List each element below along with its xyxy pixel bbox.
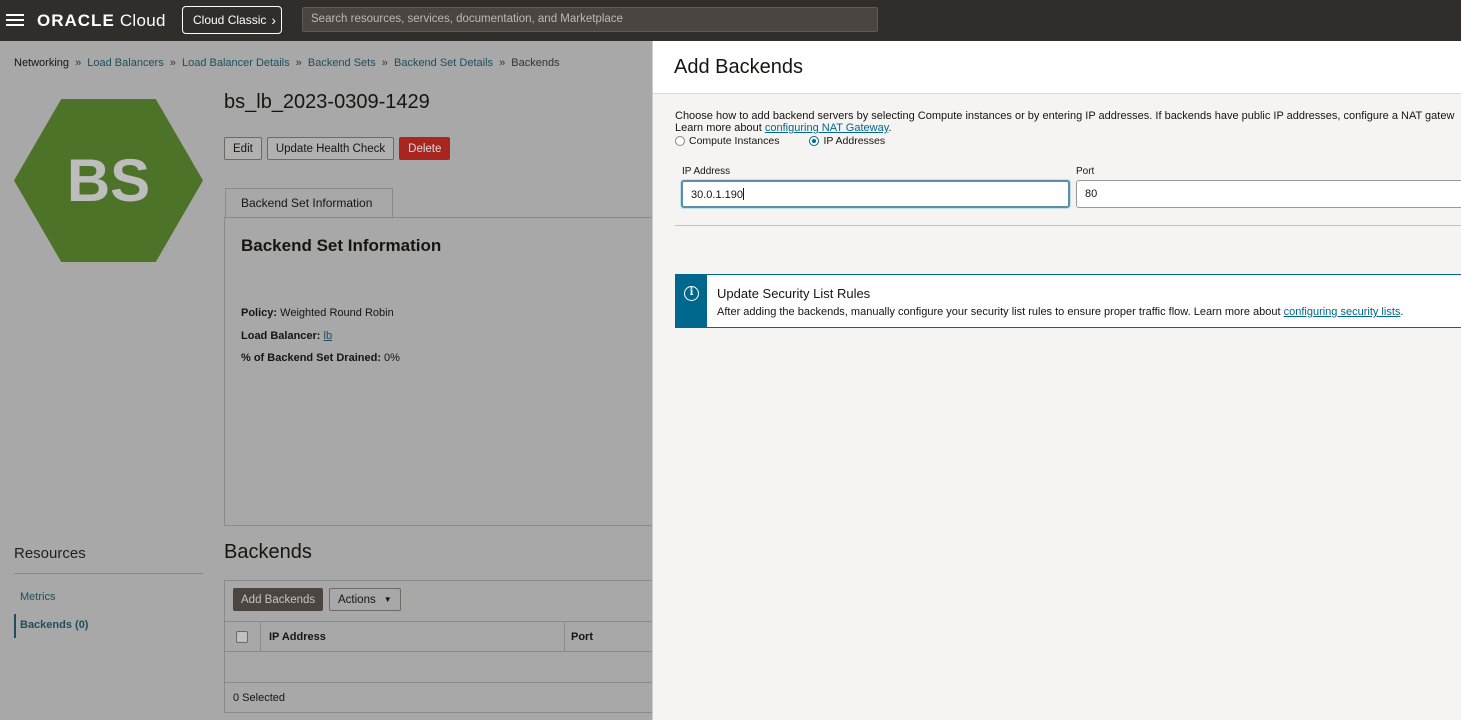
description-suffix: .: [888, 122, 892, 134]
hamburger-menu-icon[interactable]: [6, 11, 24, 29]
resources-divider: [14, 573, 203, 574]
load-balancer-link[interactable]: lb: [324, 330, 333, 342]
security-lists-link[interactable]: configuring security lists: [1284, 306, 1401, 318]
load-balancer-label: Load Balancer:: [241, 330, 321, 342]
selected-count: 0 Selected: [233, 692, 285, 704]
load-balancer-row: Load Balancer: lb: [241, 330, 332, 342]
table-empty-row: [225, 652, 652, 683]
policy-row: Policy: Weighted Round Robin: [241, 307, 394, 319]
resources-heading: Resources: [14, 545, 86, 562]
alert-suffix: .: [1400, 306, 1404, 318]
panel-title: Add Backends: [674, 56, 803, 78]
actions-dropdown[interactable]: Actions ▼: [329, 588, 401, 611]
nat-gateway-link[interactable]: configuring NAT Gateway: [765, 122, 889, 134]
drained-row: % of Backend Set Drained: 0%: [241, 352, 400, 364]
breadcrumb: Networking » Load Balancers » Load Balan…: [14, 57, 560, 69]
top-navigation-bar: ORACLE Cloud Cloud Classic › Search reso…: [0, 0, 1461, 41]
action-buttons: Edit Update Health Check Delete: [224, 137, 451, 160]
backend-set-details-page: Networking » Load Balancers » Load Balan…: [0, 41, 652, 720]
logo-brand: ORACLE: [37, 11, 115, 30]
logo-product: Cloud: [119, 11, 166, 30]
breadcrumb-backend-sets[interactable]: Backend Sets: [308, 57, 376, 69]
breadcrumb-separator: »: [169, 57, 176, 69]
port-input[interactable]: 80: [1076, 180, 1461, 208]
port-value: 80: [1085, 188, 1098, 200]
drained-value: 0%: [384, 352, 400, 364]
description-line-2: Learn more about configuring NAT Gateway…: [675, 122, 1454, 134]
edit-button[interactable]: Edit: [224, 137, 262, 160]
breadcrumb-load-balancer-details[interactable]: Load Balancer Details: [182, 57, 290, 69]
backend-set-hexagon-icon: BS: [14, 99, 203, 262]
compute-instances-radio[interactable]: [675, 136, 685, 146]
backend-mode-radio-group: Compute Instances IP Addresses: [675, 135, 915, 147]
add-backends-button[interactable]: Add Backends: [233, 588, 324, 611]
caret-down-icon: ▼: [383, 595, 392, 604]
description-line-1: Choose how to add backend servers by sel…: [675, 110, 1455, 122]
compute-instances-label[interactable]: Compute Instances: [689, 135, 779, 147]
search-input[interactable]: Search resources, services, documentatio…: [302, 7, 878, 32]
active-indicator: [14, 614, 16, 638]
breadcrumb-separator: »: [75, 57, 82, 69]
description-prefix: Learn more about: [675, 122, 765, 134]
oracle-cloud-logo[interactable]: ORACLE Cloud: [37, 11, 166, 31]
cloud-classic-label: Cloud Classic: [193, 13, 267, 27]
breadcrumb-current: Backends: [511, 57, 560, 69]
backends-heading: Backends: [224, 541, 312, 563]
port-label: Port: [1076, 166, 1095, 177]
policy-label: Policy:: [241, 307, 278, 319]
ip-address-value: 30.0.1.190: [691, 189, 743, 201]
breadcrumb-networking[interactable]: Networking: [14, 57, 69, 69]
table-header: IP Address Port: [225, 621, 652, 652]
text-cursor: [743, 188, 744, 200]
ip-address-label: IP Address: [682, 166, 731, 177]
breadcrumb-separator: »: [499, 57, 506, 69]
breadcrumb-separator: »: [381, 57, 388, 69]
alert-strip: i: [676, 275, 707, 327]
backend-set-info-panel: Backend Set Information Policy: Weighted…: [224, 217, 652, 526]
form-divider: [675, 225, 1461, 226]
column-header-port[interactable]: Port: [564, 622, 593, 652]
page-title: bs_lb_2023-0309-1429: [224, 91, 430, 113]
breadcrumb-separator: »: [295, 57, 302, 69]
info-heading: Backend Set Information: [241, 236, 442, 255]
alert-body: After adding the backends, manually conf…: [717, 306, 1284, 318]
select-all-checkbox[interactable]: [236, 631, 248, 643]
panel-header: Add Backends: [653, 41, 1461, 94]
tab-backend-set-information[interactable]: Backend Set Information: [225, 188, 393, 218]
delete-button[interactable]: Delete: [399, 137, 451, 160]
backends-table-container: Add Backends Actions ▼ IP Address Port 0…: [224, 580, 652, 713]
actions-label: Actions: [338, 593, 376, 606]
alert-text: After adding the backends, manually conf…: [717, 306, 1403, 318]
cloud-classic-button[interactable]: Cloud Classic ›: [182, 6, 282, 34]
panel-description: Choose how to add backend servers by sel…: [675, 110, 1454, 134]
ip-addresses-label[interactable]: IP Addresses: [823, 135, 885, 147]
chevron-right-icon: ›: [271, 12, 277, 28]
info-icon: i: [684, 286, 699, 301]
ip-addresses-radio[interactable]: [809, 136, 820, 146]
policy-value: Weighted Round Robin: [280, 307, 394, 319]
add-backends-panel: Add Backends Choose how to add backend s…: [652, 41, 1461, 720]
ip-address-input[interactable]: 30.0.1.190: [681, 180, 1070, 208]
alert-title: Update Security List Rules: [717, 286, 871, 301]
breadcrumb-backend-set-details[interactable]: Backend Set Details: [394, 57, 493, 69]
breadcrumb-load-balancers[interactable]: Load Balancers: [87, 57, 163, 69]
update-health-check-button[interactable]: Update Health Check: [266, 137, 395, 160]
security-list-alert: i Update Security List Rules After addin…: [675, 274, 1461, 328]
column-header-ip[interactable]: IP Address: [260, 622, 565, 652]
resource-item-metrics[interactable]: Metrics: [20, 591, 55, 603]
resource-item-backends[interactable]: Backends (0): [20, 619, 88, 631]
drained-label: % of Backend Set Drained:: [241, 352, 381, 364]
